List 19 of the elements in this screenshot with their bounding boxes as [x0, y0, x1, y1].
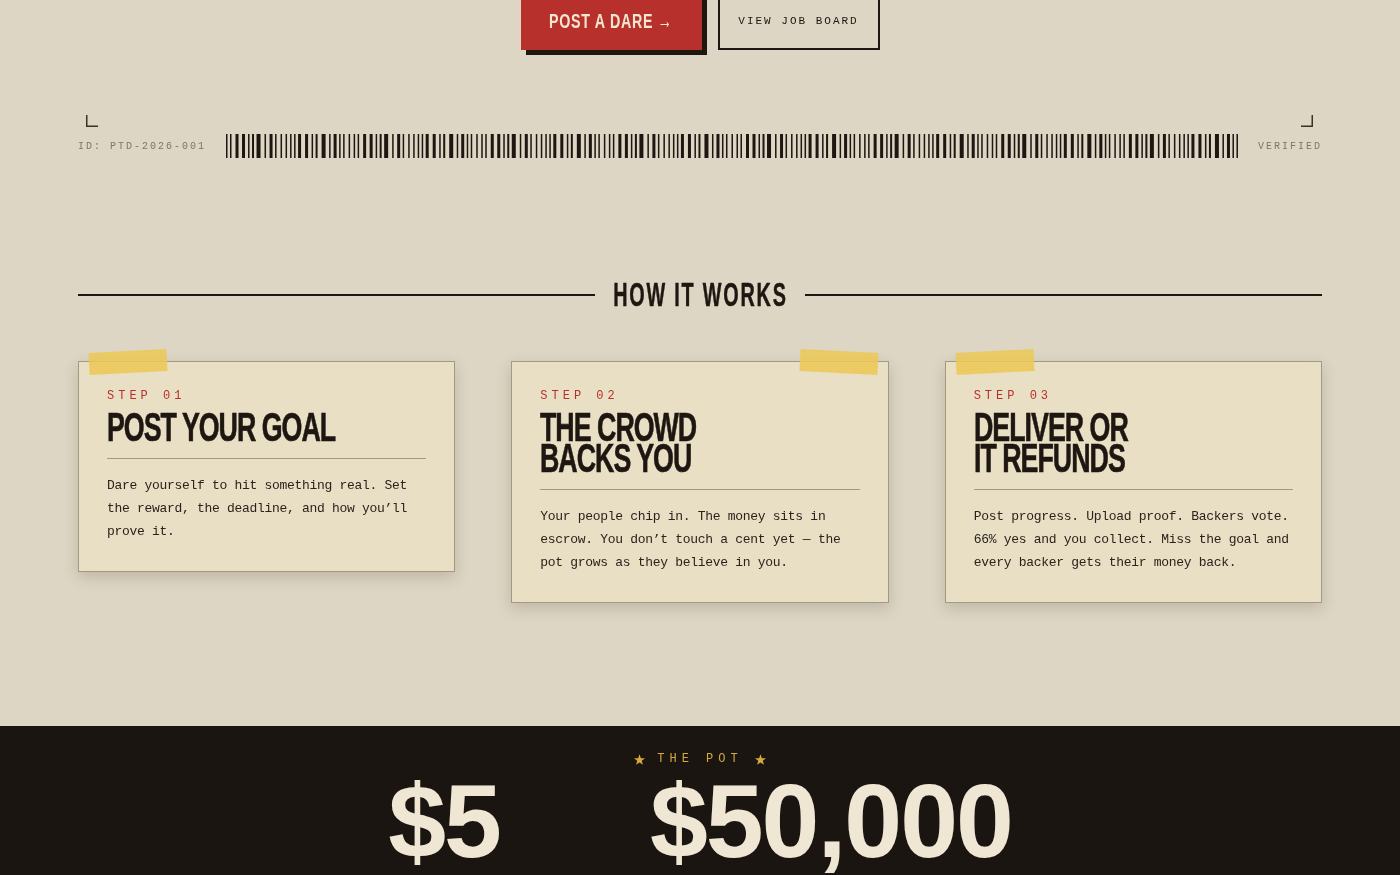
step-title: THE CROWD BACKS YOU [540, 412, 697, 475]
corner-mark-icon [86, 115, 98, 127]
pot-label: THE POT [657, 752, 743, 766]
step-description: Your people chip in. The money sits in escrow. You don’t touch a cent yet — the pot grows as they believe in you. [540, 508, 842, 573]
star-icon [634, 753, 646, 765]
section-title: HOW IT WORKS [611, 278, 789, 312]
step-title: DELIVER OR IT REFUNDS [973, 412, 1128, 475]
step-label: STEP 01 [107, 389, 186, 403]
corner-mark-icon [1301, 115, 1313, 127]
ticket-id: ID: PTD-2026-001 [78, 140, 206, 152]
step-description: Dare yourself to hit something real. Set the reward, the deadline, and how you’ll prove it. [107, 477, 409, 542]
view-board-button[interactable]: VIEW JOB BOARD [717, 0, 880, 50]
star-icon [754, 753, 766, 765]
step-label: STEP 02 [540, 389, 619, 403]
pot-amount: $5 [388, 774, 500, 870]
step-label: STEP 03 [973, 389, 1053, 403]
step-title: POST YOUR GOAL [107, 412, 336, 444]
verified-label: VERIFIED [1258, 140, 1322, 152]
step-description: Post progress. Upload proof. Backers vote. 66% yes and you collect. Miss the goal and every backer gets their money back. [973, 508, 1290, 573]
